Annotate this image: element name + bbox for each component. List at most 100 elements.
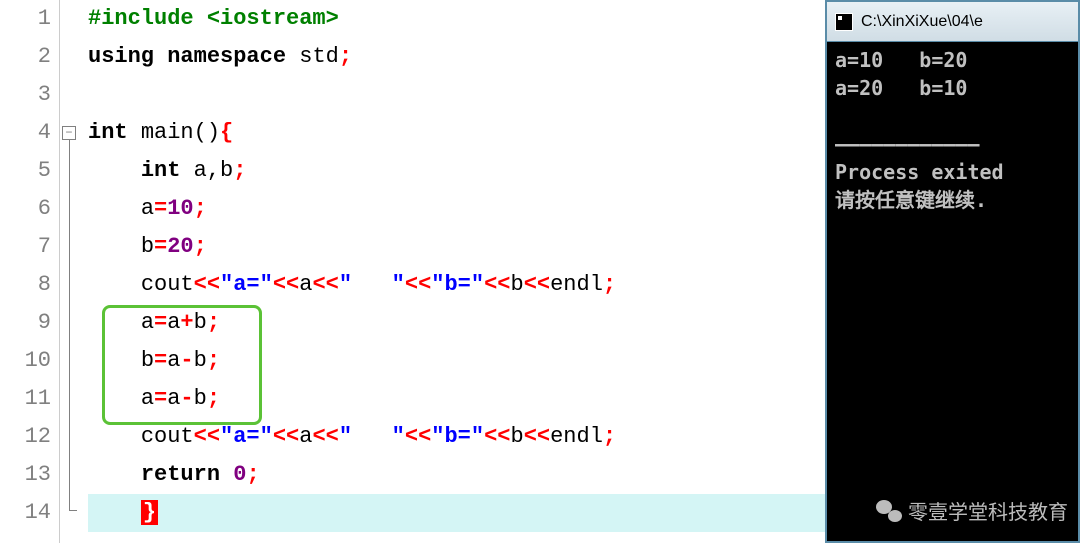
console-app-icon xyxy=(835,13,853,31)
line-number: 10 xyxy=(0,342,51,380)
identifier: a xyxy=(141,196,154,221)
string: "a=" xyxy=(220,424,273,449)
console-line: a=10 b=20 xyxy=(835,46,1070,74)
operator: << xyxy=(405,424,431,449)
console-divider: ———————————— xyxy=(835,130,1070,158)
semicolon: ; xyxy=(194,234,207,259)
operator: << xyxy=(524,424,550,449)
identifier: cout xyxy=(141,424,194,449)
identifier: b xyxy=(194,310,207,335)
code-line[interactable]: b=20; xyxy=(88,228,825,266)
code-line[interactable]: int main(){ xyxy=(88,114,825,152)
console-title-text: C:\XinXiXue\04\e xyxy=(861,13,983,31)
keyword: return xyxy=(141,462,220,487)
keyword: int xyxy=(88,120,128,145)
keyword: namespace xyxy=(167,44,286,69)
code-editor[interactable]: 1 2 3 4 5 6 7 8 9 10 11 12 13 14 − #incl… xyxy=(0,0,825,543)
code-line-current[interactable]: } xyxy=(88,494,825,532)
line-number: 14 xyxy=(0,494,51,532)
code-line[interactable]: cout<<"a="<<a<<" "<<"b="<<b<<endl; xyxy=(88,266,825,304)
semicolon: ; xyxy=(207,386,220,411)
console-window[interactable]: C:\XinXiXue\04\e a=10 b=20a=20 b=10 ————… xyxy=(825,0,1080,543)
operator: - xyxy=(180,348,193,373)
identifier: a xyxy=(167,348,180,373)
identifier: a xyxy=(194,158,207,183)
semicolon: ; xyxy=(233,158,246,183)
line-number: 5 xyxy=(0,152,51,190)
code-line[interactable]: a=10; xyxy=(88,190,825,228)
string: "b=" xyxy=(431,424,484,449)
identifier: main xyxy=(141,120,194,145)
console-line: a=20 b=10 xyxy=(835,74,1070,102)
operator: << xyxy=(312,272,338,297)
identifier: a xyxy=(167,386,180,411)
operator: << xyxy=(484,272,510,297)
fold-toggle-icon[interactable]: − xyxy=(62,126,76,140)
fold-column: − xyxy=(60,0,80,543)
operator: << xyxy=(312,424,338,449)
operator: << xyxy=(273,424,299,449)
semicolon: ; xyxy=(603,272,616,297)
line-number: 11 xyxy=(0,380,51,418)
semicolon: ; xyxy=(207,348,220,373)
semicolon: ; xyxy=(207,310,220,335)
line-number: 8 xyxy=(0,266,51,304)
code-line[interactable]: cout<<"a="<<a<<" "<<"b="<<b<<endl; xyxy=(88,418,825,456)
line-number-gutter: 1 2 3 4 5 6 7 8 9 10 11 12 13 14 xyxy=(0,0,60,543)
string: " " xyxy=(339,272,405,297)
identifier: b xyxy=(194,386,207,411)
console-blank xyxy=(835,102,1070,130)
operator: - xyxy=(180,386,193,411)
identifier: std xyxy=(299,44,339,69)
identifier: a xyxy=(141,310,154,335)
operator: << xyxy=(194,424,220,449)
code-line[interactable]: b=a-b; xyxy=(88,342,825,380)
line-number: 3 xyxy=(0,76,51,114)
operator: = xyxy=(154,386,167,411)
code-line[interactable]: a=a-b; xyxy=(88,380,825,418)
line-number: 2 xyxy=(0,38,51,76)
code-line[interactable]: a=a+b; xyxy=(88,304,825,342)
operator: << xyxy=(484,424,510,449)
identifier: b xyxy=(511,272,524,297)
code-line[interactable]: int a,b; xyxy=(88,152,825,190)
code-line[interactable]: return 0; xyxy=(88,456,825,494)
identifier: b xyxy=(511,424,524,449)
code-line[interactable]: #include <iostream> xyxy=(88,0,825,38)
parentheses: () xyxy=(194,120,220,145)
console-prompt: 请按任意键继续. xyxy=(835,186,1070,214)
number: 20 xyxy=(167,234,193,259)
semicolon: ; xyxy=(603,424,616,449)
brace: { xyxy=(220,120,233,145)
line-number: 6 xyxy=(0,190,51,228)
operator: << xyxy=(405,272,431,297)
operator: << xyxy=(273,272,299,297)
identifier: a xyxy=(167,310,180,335)
keyword: int xyxy=(141,158,181,183)
code-line[interactable] xyxy=(88,76,825,114)
identifier: b xyxy=(141,234,154,259)
identifier: endl xyxy=(550,272,603,297)
identifier: b xyxy=(194,348,207,373)
code-area[interactable]: #include <iostream> using namespace std;… xyxy=(80,0,825,543)
identifier: a xyxy=(141,386,154,411)
fold-guide xyxy=(69,140,70,510)
operator: = xyxy=(154,310,167,335)
operator: << xyxy=(524,272,550,297)
operator: = xyxy=(154,234,167,259)
identifier: cout xyxy=(141,272,194,297)
identifier: b xyxy=(141,348,154,373)
console-titlebar[interactable]: C:\XinXiXue\04\e xyxy=(827,2,1078,42)
comma: , xyxy=(207,158,220,183)
keyword: using xyxy=(88,44,154,69)
semicolon: ; xyxy=(246,462,259,487)
brace: } xyxy=(141,500,158,525)
identifier: a xyxy=(299,424,312,449)
number: 10 xyxy=(167,196,193,221)
preprocessor: #include <iostream> xyxy=(88,6,339,31)
operator: + xyxy=(180,310,193,335)
line-number: 13 xyxy=(0,456,51,494)
code-line[interactable]: using namespace std; xyxy=(88,38,825,76)
console-output[interactable]: a=10 b=20a=20 b=10 ————————————Process e… xyxy=(827,42,1078,541)
identifier: endl xyxy=(550,424,603,449)
